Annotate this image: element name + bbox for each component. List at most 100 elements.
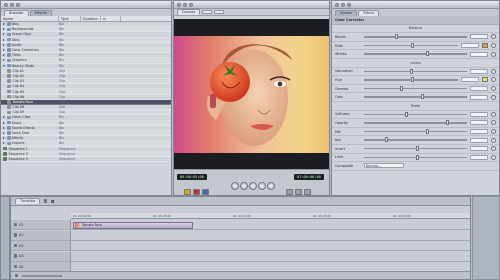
overwrite-button[interactable]	[193, 189, 200, 195]
parameter-value-field[interactable]	[470, 51, 488, 57]
lock-icon[interactable]	[14, 254, 17, 258]
parameter-value-field[interactable]	[470, 120, 488, 126]
keyframe-button-icon[interactable]	[491, 86, 496, 92]
disclosure-closed-icon[interactable]	[3, 142, 5, 145]
disclosure-closed-icon[interactable]	[3, 137, 5, 140]
keyframe-button-icon[interactable]	[491, 51, 496, 57]
go-to-start-button[interactable]	[231, 182, 239, 190]
parameter-value-field[interactable]	[470, 154, 488, 160]
insert-button[interactable]	[184, 189, 191, 195]
disclosure-closed-icon[interactable]	[3, 121, 5, 124]
replace-button[interactable]	[202, 189, 209, 195]
parameter-slider[interactable]	[364, 120, 467, 126]
disclosure-closed-icon[interactable]	[3, 59, 5, 62]
timeline-ruler[interactable]: 01:00:00;00 01:00:05;00 01:00:10;00 01:0…	[71, 213, 470, 219]
slider-knob[interactable]	[415, 145, 419, 151]
timeline-track[interactable]: A2	[11, 241, 470, 251]
disclosure-closed-icon[interactable]	[3, 28, 5, 31]
parameter-slider[interactable]	[364, 145, 467, 151]
parameter-slider[interactable]	[364, 42, 458, 48]
parameter-slider[interactable]	[364, 34, 467, 40]
zoom-icon[interactable]	[189, 2, 193, 7]
parameter-value-field[interactable]	[470, 146, 488, 152]
close-icon[interactable]	[335, 2, 339, 7]
slider-knob[interactable]	[411, 77, 414, 83]
canvas-screen[interactable]	[174, 19, 329, 169]
keyframe-button-icon[interactable]	[491, 34, 496, 40]
close-icon[interactable]	[177, 2, 181, 7]
lock-icon[interactable]	[14, 233, 17, 237]
list-item[interactable]: Sequence 3 Sequence	[1, 157, 171, 163]
disclosure-closed-icon[interactable]	[3, 54, 5, 57]
color-swatch[interactable]	[482, 77, 488, 83]
keyframe-button-icon[interactable]	[491, 94, 496, 100]
column-type[interactable]: Type	[59, 16, 81, 21]
play-forward-button[interactable]	[258, 182, 266, 190]
parameter-slider[interactable]	[364, 85, 467, 91]
slider-knob[interactable]	[410, 68, 414, 74]
play-button[interactable]	[249, 182, 257, 190]
parameter-slider[interactable]	[364, 137, 467, 143]
timeline-track[interactable]: V1 Tomato Face	[11, 220, 470, 230]
disclosure-closed-icon[interactable]	[3, 132, 5, 135]
minimize-icon[interactable]	[341, 2, 345, 7]
speaker-icon[interactable]	[51, 199, 55, 203]
timecode-duration[interactable]: 00:00:05;00	[177, 174, 207, 180]
timeline-track[interactable]: A1	[11, 230, 470, 241]
keyframe-button-icon[interactable]	[491, 77, 496, 83]
track-height-icon[interactable]	[15, 273, 18, 278]
viewer-titlebar[interactable]	[332, 1, 499, 9]
slider-knob[interactable]	[384, 137, 388, 143]
parameter-slider[interactable]	[364, 154, 467, 160]
view-popup[interactable]	[214, 9, 225, 15]
slider-knob[interactable]	[446, 120, 450, 126]
disclosure-closed-icon[interactable]	[3, 49, 5, 52]
parameter-value-field[interactable]	[461, 77, 479, 83]
play-reverse-button[interactable]	[240, 182, 248, 190]
parameter-slider[interactable]	[364, 128, 467, 134]
minimize-icon[interactable]	[183, 2, 187, 7]
lock-icon[interactable]	[14, 222, 17, 227]
column-in[interactable]: In	[101, 16, 121, 21]
keyframe-button-icon[interactable]	[491, 154, 496, 160]
tab-filters[interactable]: Filters	[358, 10, 379, 16]
disclosure-closed-icon[interactable]	[3, 23, 5, 26]
column-name[interactable]: Name	[1, 16, 59, 21]
tab-canvas[interactable]: Canvas	[177, 9, 201, 15]
disclosure-open-icon[interactable]	[3, 64, 5, 67]
slider-knob[interactable]	[394, 34, 398, 40]
parameter-slider[interactable]	[364, 77, 458, 83]
keyframe-button-icon[interactable]	[491, 43, 496, 49]
zoom-popup[interactable]	[202, 9, 213, 15]
canvas-titlebar[interactable]	[174, 1, 329, 9]
disclosure-closed-icon[interactable]	[3, 33, 5, 36]
browser-titlebar[interactable]	[1, 1, 171, 9]
close-icon[interactable]	[4, 2, 8, 7]
parameter-value-field[interactable]	[470, 86, 488, 92]
slider-knob[interactable]	[420, 94, 424, 100]
filter-header[interactable]: Color Corrector	[332, 16, 499, 25]
zoom-icon[interactable]	[16, 2, 20, 7]
mark-out-button[interactable]	[295, 189, 302, 195]
tab-viewer[interactable]: Viewer	[335, 10, 358, 16]
lock-icon[interactable]	[14, 264, 17, 269]
parameter-value-field[interactable]	[461, 43, 479, 49]
parameter-slider[interactable]	[364, 51, 467, 57]
parameter-value-field[interactable]	[470, 111, 488, 117]
mark-in-button[interactable]	[286, 189, 293, 195]
disclosure-closed-icon[interactable]	[3, 38, 5, 41]
parameter-value-field[interactable]	[470, 94, 488, 100]
add-marker-button[interactable]	[304, 189, 311, 195]
go-to-end-button[interactable]	[267, 182, 275, 190]
composite-mode-select[interactable]: Normal...	[364, 163, 404, 169]
lock-icon[interactable]	[14, 243, 17, 248]
parameter-value-field[interactable]	[470, 129, 488, 135]
keyframe-button-icon[interactable]	[491, 137, 496, 143]
slider-knob[interactable]	[425, 128, 429, 134]
slider-knob[interactable]	[405, 111, 409, 117]
slider-knob[interactable]	[425, 51, 429, 57]
disclosure-closed-icon[interactable]	[3, 126, 5, 129]
minimize-icon[interactable]	[10, 2, 14, 7]
keyframe-button-icon[interactable]	[491, 146, 496, 152]
parameter-slider[interactable]	[364, 68, 467, 74]
